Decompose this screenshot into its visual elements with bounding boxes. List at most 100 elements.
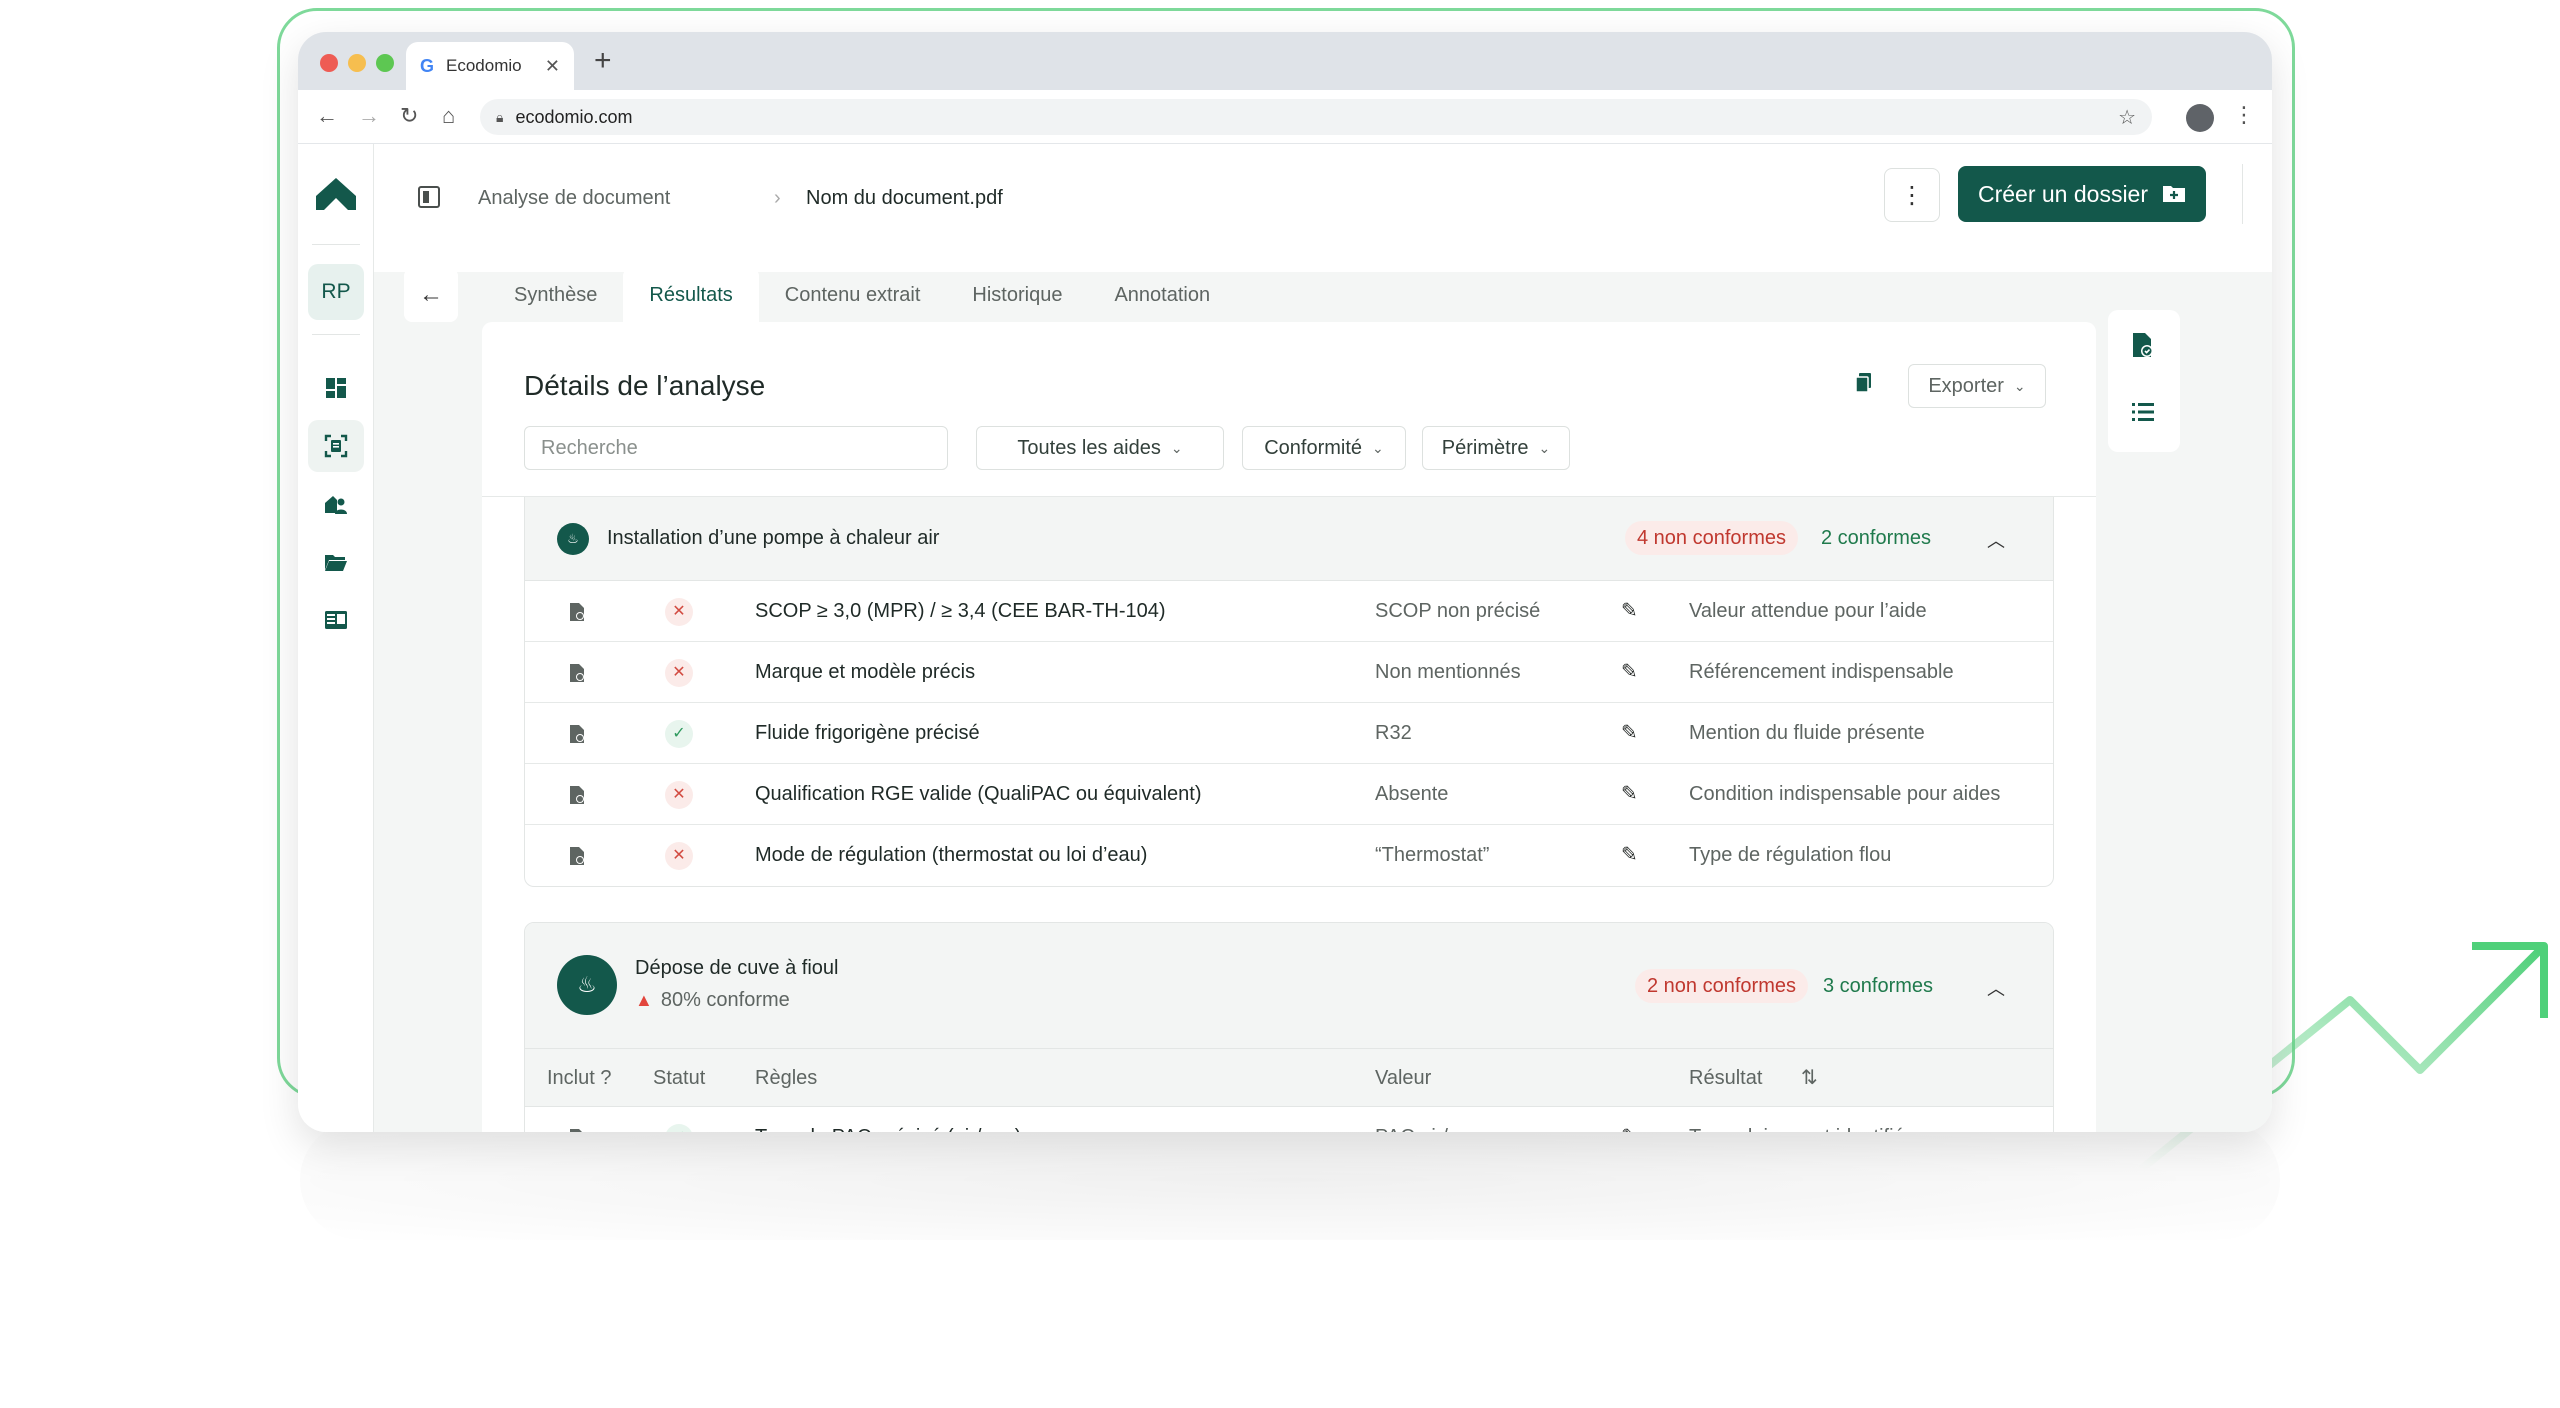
result-text: Condition indispensable pour aides: [1689, 783, 2001, 805]
pencil-icon[interactable]: ✎: [1621, 581, 1638, 642]
section-header[interactable]: ♨ Installation d’une pompe à chaleur air…: [525, 497, 2053, 581]
pencil-icon[interactable]: ✎: [1621, 764, 1638, 825]
value-text: PAC air/eau: [1375, 1107, 1481, 1132]
address-bar: ← → ↻ ⌂ 🔒︎ ecodomio.com ☆ ⋮: [298, 90, 2272, 144]
create-folder-button[interactable]: Créer un dossier: [1958, 166, 2206, 222]
rule-text: Qualification RGE valide (QualiPAC ou éq…: [755, 783, 1202, 805]
result-text: Type de régulation flou: [1689, 844, 1892, 866]
status-ko-icon: ✕: [665, 842, 693, 870]
sidebar-item-dashboard[interactable]: [308, 362, 364, 414]
rule-text: SCOP ≥ 3,0 (MPR) / ≥ 3,4 (CEE BAR-TH-104…: [755, 600, 1166, 622]
table-row[interactable]: ✓ Fluide frigorigène précisé R32 ✎ Menti…: [525, 703, 2053, 764]
chevron-up-icon[interactable]: ︿: [1987, 527, 2005, 553]
value-text: Absente: [1375, 783, 1449, 805]
google-favicon-icon: G: [420, 55, 435, 76]
tab-annotation[interactable]: Annotation: [1088, 268, 1236, 322]
tab-historique[interactable]: Historique: [946, 268, 1088, 322]
document-icon[interactable]: [569, 642, 585, 703]
export-dropdown[interactable]: Exporter ⌄: [1908, 364, 2046, 408]
tab-close-icon[interactable]: ✕: [545, 56, 560, 77]
sidebar-item-beneficiaries[interactable]: [308, 478, 364, 530]
list-icon[interactable]: [2132, 402, 2154, 422]
copy-icon[interactable]: [1854, 372, 1874, 394]
tab-contenu-extrait[interactable]: Contenu extrait: [759, 268, 947, 322]
sort-icon[interactable]: ⇅: [1801, 1049, 1818, 1107]
browser-tab-title: Ecodomio: [446, 56, 522, 75]
more-options-button[interactable]: ⋮: [1884, 168, 1940, 222]
rule-text: Mode de régulation (thermostat ou loi d’…: [755, 844, 1148, 866]
conformity-rate: 80% conforme: [660, 989, 790, 1011]
toggle-panel-icon[interactable]: [418, 186, 440, 208]
column-inclut: Inclut ?: [547, 1067, 612, 1089]
document-icon[interactable]: [569, 825, 585, 886]
breadcrumb-parent[interactable]: Analyse de document: [478, 186, 670, 210]
result-tabs: Synthèse Résultats Contenu extrait Histo…: [488, 268, 1236, 322]
filter-conformite[interactable]: Conformité ⌄: [1242, 426, 1406, 470]
filter-aides[interactable]: Toutes les aides ⌄: [976, 426, 1224, 470]
section-header[interactable]: ♨ Dépose de cuve à fioul ▲ 80% conforme …: [525, 923, 2053, 1049]
tab-resultats[interactable]: Résultats: [623, 268, 759, 322]
chevron-up-icon[interactable]: ︿: [1987, 975, 2005, 1001]
document-check-icon[interactable]: [2132, 332, 2154, 358]
table-row[interactable]: ✕ Marque et modèle précis Non mentionnés…: [525, 642, 2053, 703]
ecodomio-logo-icon[interactable]: [314, 176, 358, 212]
document-icon[interactable]: [569, 703, 585, 764]
table-row[interactable]: ✕ Mode de régulation (thermostat ou loi …: [525, 825, 2053, 886]
app-root: RP Analyse de document › Nom du document…: [298, 144, 2272, 1132]
document-icon[interactable]: [569, 764, 585, 825]
bookmark-star-icon[interactable]: ☆: [2118, 105, 2136, 130]
status-ko-icon: ✕: [665, 598, 693, 626]
profile-avatar[interactable]: [2186, 104, 2214, 132]
pencil-icon[interactable]: ✎: [1621, 825, 1638, 886]
section-title: Installation d’une pompe à chaleur air: [607, 527, 940, 549]
table-row[interactable]: ✓ Type de PAC précisé (air/eau) PAC air/…: [525, 1107, 2053, 1132]
search-input[interactable]: Recherche: [524, 426, 948, 470]
analysis-details-card: Détails de l’analyse Exporter ⌄ Recherch…: [482, 322, 2096, 1132]
url-text: ecodomio.com: [515, 106, 633, 127]
column-statut: Statut: [653, 1067, 706, 1089]
non-conformes-badge: 2 non conformes: [1635, 969, 1808, 1003]
window-maximize-dot[interactable]: [376, 54, 394, 72]
column-valeur: Valeur: [1375, 1067, 1432, 1089]
new-tab-icon[interactable]: +: [594, 46, 612, 76]
document-icon[interactable]: [569, 1107, 585, 1132]
browser-window: G Ecodomio ✕ + ← → ↻ ⌂ 🔒︎ ecodomio.com ☆…: [298, 32, 2272, 1132]
conformes-badge: 3 conformes: [1823, 975, 1934, 997]
table-row[interactable]: ✕ Qualification RGE valide (QualiPAC ou …: [525, 764, 2053, 825]
table-row[interactable]: ✕ SCOP ≥ 3,0 (MPR) / ≥ 3,4 (CEE BAR-TH-1…: [525, 581, 2053, 642]
page-title: Détails de l’analyse: [524, 370, 766, 401]
sidebar-item-analysis[interactable]: [308, 420, 364, 472]
user-avatar[interactable]: RP: [308, 264, 364, 320]
filter-perimetre[interactable]: Périmètre ⌄: [1422, 426, 1570, 470]
chevron-down-icon: ⌄: [2013, 377, 2026, 394]
table-header: Inclut ? Statut Règles Valeur Résultat ⇅: [525, 1049, 2053, 1107]
pencil-icon[interactable]: ✎: [1621, 642, 1638, 703]
back-button[interactable]: ←: [404, 268, 458, 322]
rule-text: Fluide frigorigène précisé: [755, 722, 980, 744]
section-subtitle: ▲ 80% conforme: [635, 989, 790, 1012]
tab-synthese[interactable]: Synthèse: [488, 268, 623, 322]
home-icon[interactable]: ⌂: [442, 102, 455, 130]
document-icon[interactable]: [569, 581, 585, 642]
window-close-dot[interactable]: [320, 54, 338, 72]
reload-icon[interactable]: ↻: [400, 102, 418, 130]
sidebar-item-folders[interactable]: [308, 536, 364, 588]
chevron-down-icon: ⌄: [1372, 439, 1384, 456]
pencil-icon[interactable]: ✎: [1621, 1107, 1638, 1132]
window-minimize-dot[interactable]: [348, 54, 366, 72]
pencil-icon[interactable]: ✎: [1621, 703, 1638, 764]
value-text: “Thermostat”: [1375, 844, 1490, 866]
flame-icon: ♨: [557, 523, 589, 555]
status-ok-icon: ✓: [665, 1124, 693, 1132]
browser-tab[interactable]: G Ecodomio ✕: [406, 42, 574, 90]
card-shadow: [300, 1120, 2280, 1240]
column-resultat[interactable]: Résultat: [1689, 1049, 1762, 1107]
warning-icon: ▲: [635, 990, 653, 1010]
rule-text: Type de PAC précisé (air/eau): [755, 1107, 1021, 1132]
browser-menu-icon[interactable]: ⋮: [2233, 102, 2255, 128]
url-field[interactable]: 🔒︎ ecodomio.com ☆: [480, 99, 2152, 135]
lock-icon: 🔒︎: [496, 108, 504, 125]
forward-arrow-icon[interactable]: →: [358, 102, 380, 130]
sidebar-item-catalog[interactable]: [308, 594, 364, 646]
back-arrow-icon[interactable]: ←: [316, 102, 338, 130]
